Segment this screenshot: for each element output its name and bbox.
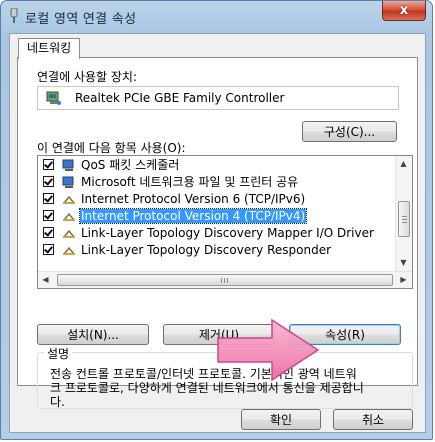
description-legend: 설명 [44, 345, 73, 362]
properties-button[interactable]: 속성(R) [289, 324, 401, 345]
list-item[interactable]: Link-Layer Topology Discovery Mapper I/O… [38, 225, 390, 242]
description-line: 크 프로토콜로, 다양하게 연결된 네트워크에서 통신을 제공합니 [50, 381, 364, 395]
item-label: Link-Layer Topology Discovery Responder [81, 243, 332, 257]
close-button[interactable]: x [382, 1, 426, 21]
network-adapter-icon [46, 91, 61, 105]
item-label: Microsoft 네트워크용 파일 및 프린터 공유 [81, 175, 299, 189]
tab-networking[interactable]: 네트워킹 [18, 38, 81, 59]
protocol-icon [63, 229, 75, 238]
networking-tab-panel: 연결에 사용할 장치: Realtek PCIe GBE Family Cont… [17, 57, 418, 409]
description-group: 설명 전송 컨트롤 프로토콜/인터넷 프로토콜. 기본적인 광역 네트워 크 프… [37, 345, 413, 409]
vertical-scrollbar[interactable]: ▲ ▼ [395, 156, 412, 271]
adapter-name: Realtek PCIe GBE Family Controller [75, 91, 285, 105]
horizontal-scrollbar[interactable]: ◀ ▶ [38, 271, 412, 288]
close-icon: x [399, 3, 409, 18]
dialog-client-area: 네트워킹 연결에 사용할 장치: Realtek PCIe GBE Family… [9, 33, 426, 433]
ok-button[interactable]: 확인 [241, 409, 321, 430]
list-item[interactable]: Link-Layer Topology Discovery Responder [38, 242, 390, 259]
configure-button[interactable]: 구성(C)... [302, 121, 397, 142]
list-item[interactable]: Microsoft 네트워크용 파일 및 프린터 공유 [38, 174, 390, 191]
items-label: 이 연결에 다음 항목 사용(O): [37, 141, 186, 155]
item-checkbox[interactable] [43, 159, 54, 170]
title-bar[interactable]: 로컬 영역 연결 속성 x [1, 1, 432, 33]
network-share-icon [62, 176, 74, 188]
description-line: 전송 컨트롤 프로토콜/인터넷 프로토콜. 기본적인 광역 네트워 [50, 367, 357, 381]
list-item[interactable]: Internet Protocol Version 6 (TCP/IPv6) [38, 191, 390, 208]
vertical-scroll-thumb[interactable] [398, 201, 410, 237]
protocol-icon [63, 195, 75, 204]
connect-using-label: 연결에 사용할 장치: [37, 70, 137, 84]
item-checkbox[interactable] [43, 176, 54, 187]
item-checkbox[interactable] [43, 210, 54, 221]
scroll-up-icon[interactable]: ▲ [396, 156, 411, 171]
item-label: Internet Protocol Version 6 (TCP/IPv6) [81, 192, 306, 206]
components-list[interactable]: QoS 패킷 스케줄러 Microsoft 네트워크용 파일 및 프린터 공유 [37, 155, 413, 289]
item-label: Link-Layer Topology Discovery Mapper I/O… [81, 226, 374, 240]
window-title: 로컬 영역 연결 속성 [25, 12, 137, 27]
uninstall-button[interactable]: 제거(U) [163, 324, 275, 345]
cancel-button[interactable]: 취소 [333, 409, 413, 430]
protocol-icon [63, 212, 75, 221]
item-checkbox[interactable] [43, 193, 54, 204]
scroll-down-icon[interactable]: ▼ [396, 255, 411, 270]
description-line: 다. [50, 395, 65, 409]
item-label: QoS 패킷 스케줄러 [81, 158, 180, 172]
scroll-right-icon[interactable]: ▶ [396, 272, 411, 287]
protocol-icon [63, 246, 75, 255]
install-button[interactable]: 설치(N)... [37, 324, 149, 345]
network-connection-icon [10, 8, 18, 23]
properties-window: 로컬 영역 연결 속성 x 네트워킹 연결에 사용할 장치: Realtek P… [0, 0, 433, 440]
qos-icon [62, 159, 74, 171]
scroll-left-icon[interactable]: ◀ [38, 272, 53, 287]
list-item[interactable]: QoS 패킷 스케줄러 [38, 157, 390, 174]
item-checkbox[interactable] [43, 227, 54, 238]
horizontal-scroll-thumb[interactable] [57, 274, 393, 286]
item-checkbox[interactable] [43, 244, 54, 255]
item-label: Internet Protocol Version 4 (TCP/IPv4) [78, 208, 308, 224]
description-text: 전송 컨트롤 프로토콜/인터넷 프로토콜. 기본적인 광역 네트워 크 프로토콜… [50, 367, 402, 409]
adapter-field: Realtek PCIe GBE Family Controller [37, 86, 399, 110]
list-item-selected[interactable]: Internet Protocol Version 4 (TCP/IPv4) [38, 208, 390, 225]
